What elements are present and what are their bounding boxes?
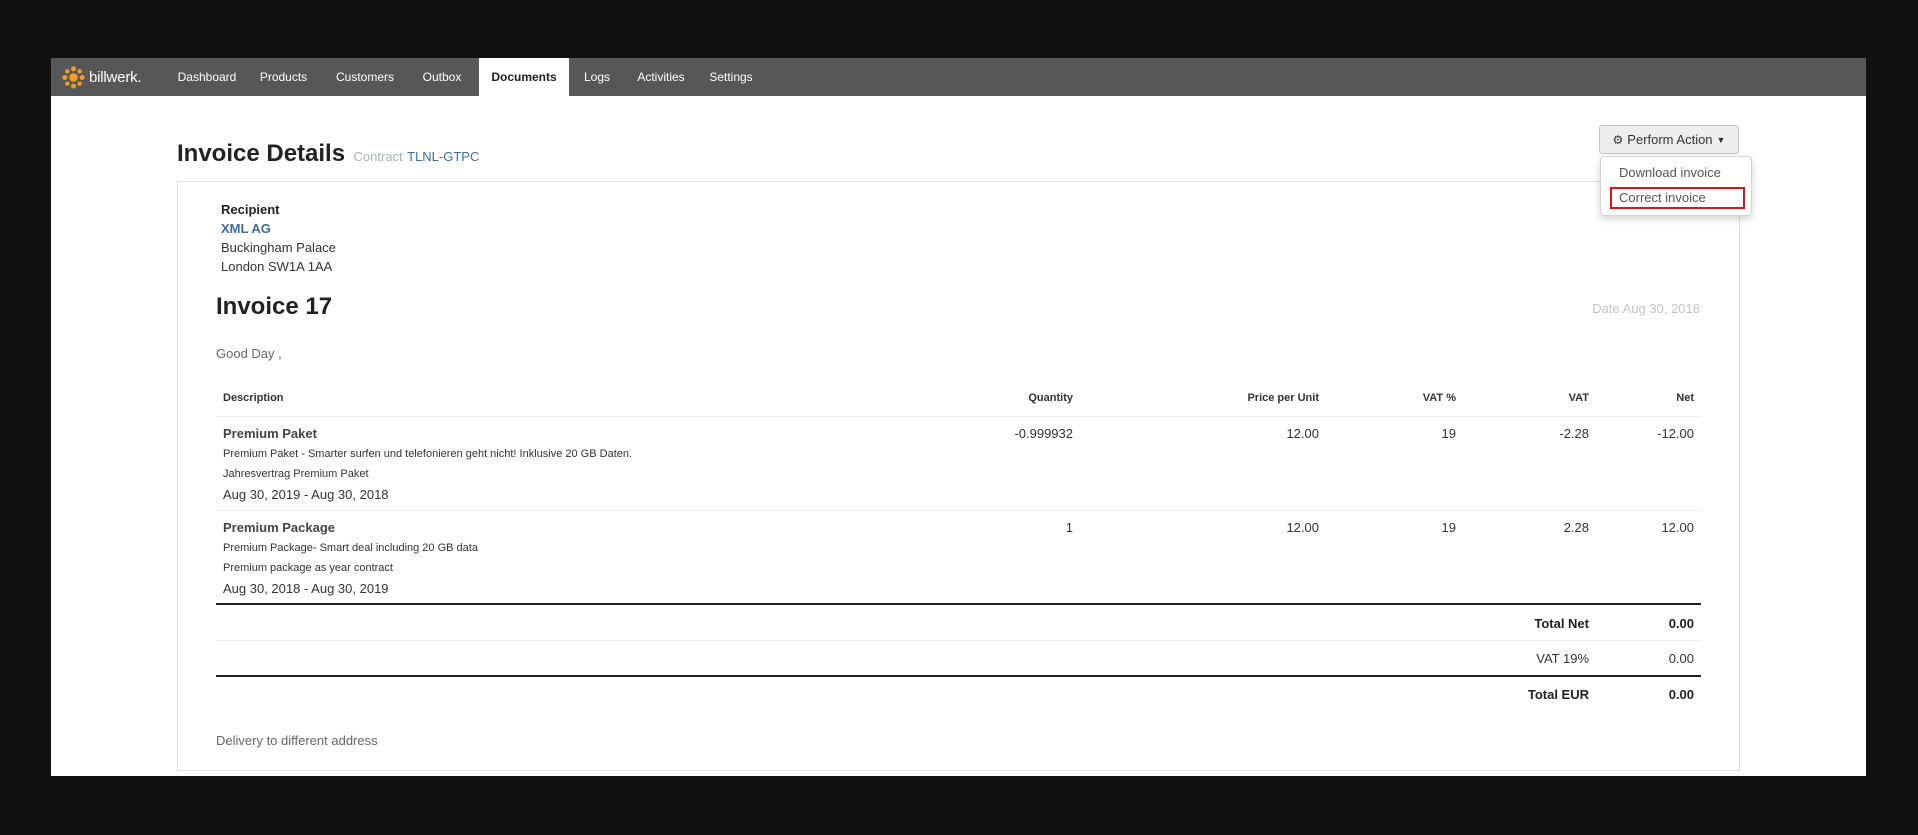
perform-action-label: Perform Action	[1627, 132, 1713, 147]
vat-total-value: 0.00	[1668, 651, 1694, 666]
item-contract: Jahresvertrag Premium Paket	[223, 468, 369, 480]
perform-action-button[interactable]: ⚙ Perform Action ▼	[1599, 125, 1739, 154]
delivery-note: Delivery to different address	[216, 733, 378, 748]
item-net: -12.00	[1657, 426, 1694, 441]
nav-dashboard[interactable]: Dashboard	[171, 58, 243, 96]
vat-total-label: VAT 19%	[1536, 651, 1589, 666]
col-description: Description	[223, 392, 284, 404]
action-dropdown-menu: Download invoice Correct invoice	[1600, 156, 1752, 216]
col-net: Net	[1676, 392, 1694, 404]
item-net: 12.00	[1661, 520, 1694, 535]
caret-down-icon: ▼	[1716, 134, 1726, 145]
col-vat: VAT	[1568, 392, 1589, 404]
item-price: 12.00	[1286, 426, 1319, 441]
item-name: Premium Package	[223, 520, 336, 535]
col-vat-pct: VAT %	[1422, 392, 1456, 404]
invoice-panel	[177, 181, 1740, 771]
nav-outbox[interactable]: Outbox	[420, 58, 464, 96]
nav-customers[interactable]: Customers	[333, 58, 397, 96]
recipient-name[interactable]: XML AG	[221, 219, 336, 238]
nav-documents[interactable]: Documents	[479, 58, 569, 96]
grand-total-divider	[216, 675, 1701, 677]
item-quantity: -0.999932	[1014, 426, 1073, 441]
page-heading: Invoice Details	[177, 140, 346, 167]
gear-icon: ⚙	[1612, 132, 1624, 147]
total-net-value: 0.00	[1668, 616, 1694, 631]
invoice-date: Date Aug 30, 2018	[1592, 301, 1700, 316]
item-contract: Premium package as year contract	[223, 562, 393, 574]
total-eur-value: 0.00	[1668, 687, 1694, 702]
brand-logo[interactable]: billwerk.	[61, 64, 142, 90]
nav-products[interactable]: Products	[256, 58, 311, 96]
total-eur-label: Total EUR	[1527, 687, 1589, 702]
recipient-city: London SW1A 1AA	[221, 259, 333, 274]
app-window: billwerk. Dashboard Products Customers O…	[51, 58, 1866, 776]
top-navbar: billwerk. Dashboard Products Customers O…	[51, 58, 1866, 96]
item-name: Premium Paket	[223, 426, 317, 441]
item-price: 12.00	[1286, 520, 1319, 535]
totals-divider	[216, 603, 1701, 605]
total-net-label: Total Net	[1534, 616, 1589, 631]
item-period: Aug 30, 2019 - Aug 30, 2018	[223, 487, 389, 502]
item-vat: -2.28	[1559, 426, 1589, 441]
totals-row-divider	[216, 640, 1701, 641]
billwerk-logo-icon	[62, 65, 85, 89]
col-price: Price per Unit	[1247, 392, 1319, 404]
row-divider	[216, 510, 1701, 511]
menu-download-invoice[interactable]: Download invoice	[1610, 162, 1745, 184]
item-quantity: 1	[1065, 520, 1073, 535]
item-vat-pct: 19	[1441, 520, 1456, 535]
nav-logs[interactable]: Logs	[581, 58, 613, 96]
item-vat: 2.28	[1563, 520, 1589, 535]
col-quantity: Quantity	[1028, 392, 1073, 404]
brand-name: billwerk.	[89, 68, 142, 86]
page-title: Invoice Details Contract TLNL-GTPC	[177, 140, 479, 168]
greeting: Good Day ,	[216, 346, 282, 361]
contract-link[interactable]: TLNL-GTPC	[407, 149, 479, 164]
table-divider	[216, 416, 1701, 417]
recipient-street: Buckingham Palace	[221, 240, 336, 255]
recipient-block: Recipient XML AG Buckingham Palace Londo…	[221, 200, 336, 276]
item-description: Premium Package- Smart deal including 20…	[223, 542, 478, 554]
menu-correct-invoice[interactable]: Correct invoice	[1610, 187, 1745, 209]
item-vat-pct: 19	[1441, 426, 1456, 441]
nav-settings[interactable]: Settings	[707, 58, 755, 96]
recipient-label: Recipient	[221, 202, 280, 217]
nav-activities[interactable]: Activities	[634, 58, 688, 96]
item-description: Premium Paket - Smarter surfen und telef…	[223, 448, 633, 460]
invoice-title: Invoice 17	[216, 293, 333, 320]
item-period: Aug 30, 2018 - Aug 30, 2019	[223, 581, 389, 596]
contract-label: Contract	[353, 149, 403, 164]
